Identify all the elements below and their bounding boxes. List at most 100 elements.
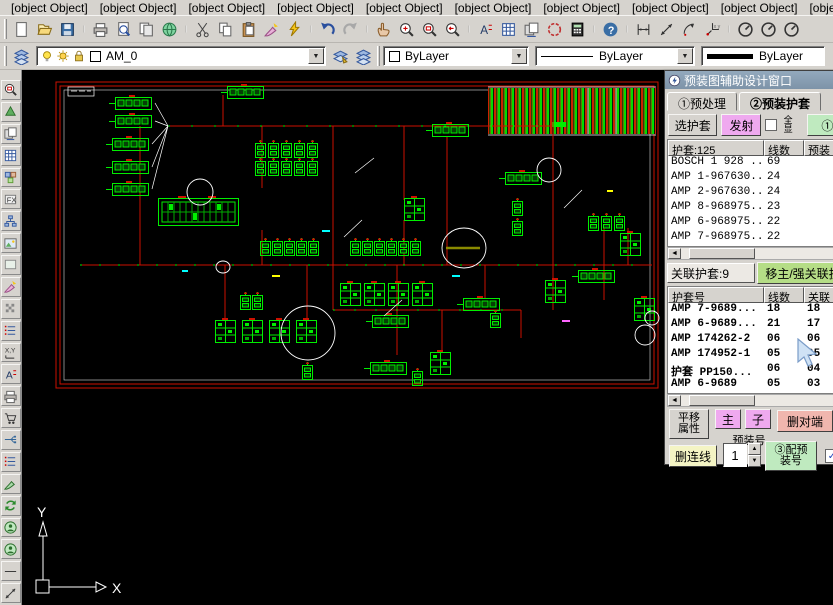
show-all-checkbox[interactable] xyxy=(765,119,777,131)
scroll-left-arrow[interactable]: ◄ xyxy=(668,395,681,406)
radius-dimension-button[interactable] xyxy=(757,18,780,41)
cut-button[interactable] xyxy=(191,18,214,41)
help-button[interactable] xyxy=(599,18,622,41)
print-tool[interactable] xyxy=(1,386,21,406)
new-button[interactable] xyxy=(10,18,33,41)
table-row[interactable]: AMP 7-9689... 18 18 xyxy=(668,303,833,318)
undo-button[interactable] xyxy=(316,18,339,41)
menu-item[interactable]: [object Object] xyxy=(5,0,94,16)
tab-preassemble[interactable]: ②预装护套 xyxy=(739,92,821,111)
column-header[interactable]: 线数 xyxy=(764,287,804,303)
users-tool[interactable] xyxy=(1,539,21,559)
arrange-button[interactable]: ①排 xyxy=(807,114,833,136)
brush-tool[interactable] xyxy=(1,277,21,297)
menu-item[interactable]: [object Object] xyxy=(449,0,538,16)
blank-tool[interactable] xyxy=(1,255,21,275)
toolbar-separator[interactable] xyxy=(589,18,599,41)
structure-tree-tool[interactable] xyxy=(1,211,21,231)
sheath-table-hscrollbar[interactable]: ◄ ► xyxy=(667,247,833,260)
toolbar-grip[interactable] xyxy=(4,19,7,39)
menu-item[interactable]: [object Object] xyxy=(715,0,804,16)
menu-item[interactable]: [object Object] xyxy=(537,0,626,16)
revision-cloud-button[interactable] xyxy=(543,18,566,41)
menu-item[interactable]: [object Object] xyxy=(803,0,833,16)
layer-previous-button[interactable] xyxy=(329,45,352,68)
spinner-up-button[interactable]: ▲ xyxy=(748,443,761,455)
sub-button[interactable]: 子 xyxy=(745,409,771,429)
save-button[interactable] xyxy=(56,18,79,41)
grid-table-tool[interactable] xyxy=(1,146,21,166)
sheet-tool[interactable] xyxy=(1,124,21,144)
confirm-checkbox[interactable]: ✓ xyxy=(825,449,833,463)
menu-item[interactable]: [object Object] xyxy=(360,0,449,16)
column-header[interactable]: 线数 xyxy=(764,140,804,156)
column-header[interactable]: 护套:125 xyxy=(668,140,764,156)
delete-connection-button[interactable]: 删连线 xyxy=(669,445,717,467)
select-sheath-button[interactable]: 选护套 xyxy=(668,114,717,136)
layer-combo-arrow[interactable]: ▼ xyxy=(308,48,324,64)
toolbar-separator[interactable] xyxy=(724,18,734,41)
layer-properties-button[interactable] xyxy=(10,45,33,68)
arc-dimension-button[interactable] xyxy=(678,18,701,41)
assign-preassembly-no-button[interactable]: ③配预装号 xyxy=(765,441,817,471)
toolbar-separator[interactable] xyxy=(464,18,474,41)
diameter-dimension-button[interactable] xyxy=(780,18,803,41)
column-header[interactable]: 预装 xyxy=(804,140,833,156)
plot-button[interactable] xyxy=(89,18,112,41)
plot-preview-button[interactable] xyxy=(112,18,135,41)
layer-combo[interactable]: AM_0 ▼ xyxy=(36,46,326,66)
paste-button[interactable] xyxy=(237,18,260,41)
scroll-left-arrow[interactable]: ◄ xyxy=(668,248,681,259)
move-attributes-button[interactable]: 平移属性 xyxy=(669,409,709,439)
table-button[interactable] xyxy=(497,18,520,41)
publish-button[interactable] xyxy=(135,18,158,41)
layer-states-button[interactable] xyxy=(352,45,375,68)
toolbar-separator[interactable] xyxy=(181,18,191,41)
linetype-combo-arrow[interactable]: ▼ xyxy=(677,48,693,64)
table-row[interactable]: BOSCH 1 928 ... 69 xyxy=(668,156,833,171)
fx-tool[interactable] xyxy=(1,189,21,209)
assoc-table-hscrollbar[interactable]: ◄ ► xyxy=(667,394,833,407)
table-edit-tool[interactable] xyxy=(1,364,21,384)
ordinate-dimension-button[interactable] xyxy=(701,18,724,41)
recycle-tool[interactable] xyxy=(1,496,21,516)
draw-order-button[interactable] xyxy=(520,18,543,41)
table-row[interactable]: AMP 1-967630... 24 xyxy=(668,171,833,186)
table-row[interactable]: AMP 6-9689 05 03 xyxy=(668,378,833,393)
triangle-tool[interactable] xyxy=(1,102,21,122)
checklist-tool[interactable] xyxy=(1,452,21,472)
launch-button[interactable]: 发射 xyxy=(721,114,761,136)
aligned-dimension-button[interactable] xyxy=(655,18,678,41)
redo-button[interactable] xyxy=(339,18,362,41)
linear-dimension-button[interactable] xyxy=(632,18,655,41)
table-row[interactable]: AMP 7-968975... 22 xyxy=(668,231,833,246)
user-tool[interactable] xyxy=(1,518,21,538)
layer-on-icon[interactable] xyxy=(40,49,54,63)
column-header[interactable]: 护套号 xyxy=(668,287,764,303)
scroll-thumb[interactable] xyxy=(689,248,755,259)
polyline-tool[interactable] xyxy=(1,583,21,603)
pattern-tool[interactable] xyxy=(1,299,21,319)
zoom-previous-button[interactable] xyxy=(441,18,464,41)
zoom-realtime-button[interactable] xyxy=(395,18,418,41)
menu-item[interactable]: [object Object] xyxy=(182,0,271,16)
cart-tool[interactable] xyxy=(1,408,21,428)
toolbar-grip[interactable] xyxy=(4,46,7,66)
main-button[interactable]: 主 xyxy=(715,409,741,429)
tab-preprocess[interactable]: ①预处理 xyxy=(667,92,737,111)
spinner-down-button[interactable]: ▼ xyxy=(748,455,761,467)
table-row[interactable]: AMP 2-967630... 24 xyxy=(668,186,833,201)
match-properties-button[interactable] xyxy=(260,18,283,41)
menu-item[interactable]: [object Object] xyxy=(626,0,715,16)
web-button[interactable] xyxy=(158,18,181,41)
linetype-combo[interactable]: ByLayer ▼ xyxy=(535,46,695,66)
panel-title-bar[interactable]: 预装图辅助设计窗口 xyxy=(665,71,833,89)
block-library-tool[interactable] xyxy=(1,168,21,188)
pan-button[interactable] xyxy=(372,18,395,41)
menu-item[interactable]: [object Object] xyxy=(271,0,360,16)
open-button[interactable] xyxy=(33,18,56,41)
green-brush-tool[interactable] xyxy=(1,474,21,494)
list-tool[interactable] xyxy=(1,321,21,341)
angular-dimension-button[interactable] xyxy=(734,18,757,41)
layer-lock-icon[interactable] xyxy=(72,49,86,63)
